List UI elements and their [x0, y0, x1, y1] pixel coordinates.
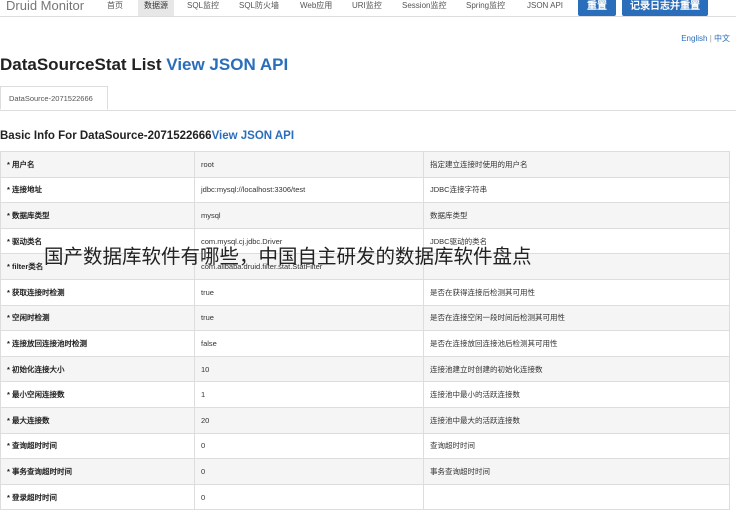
row-desc-cell: 数据库类型 — [423, 202, 730, 229]
nav-item-home[interactable]: 首页 — [107, 0, 123, 16]
datasource-tabbar: DataSource-2071522666 — [0, 86, 736, 111]
row-desc-cell: 指定建立连接时使用的用户名 — [423, 151, 730, 178]
row-value-cell: 20 — [194, 406, 424, 434]
row-desc-cell: 事务查询超时时间 — [423, 458, 730, 485]
nav-item-sql-firewall[interactable]: SQL防火墙 — [239, 0, 279, 16]
row-desc-cell: 连接池建立时创建的初始化连接数 — [423, 355, 730, 383]
table-row: * 查询超时时间 0 查询超时时间 — [0, 432, 730, 460]
row-desc-cell: 是否在连接放回连接池后检测其可用性 — [423, 330, 730, 357]
row-desc-cell: 是否在连接空闲一段时间后检测其可用性 — [423, 304, 730, 332]
row-key-cell: * 初始化连接大小 — [0, 355, 195, 383]
page-title: DataSourceStat List View JSON API — [0, 55, 288, 75]
table-row: * 最大连接数 20 连接池中最大的活跃连接数 — [0, 406, 730, 434]
nav-item-uri-monitor[interactable]: URI监控 — [352, 0, 382, 16]
lang-chinese-link[interactable]: 中文 — [714, 34, 730, 43]
table-row: * 事务查询超时时间 0 事务查询超时时间 — [0, 458, 730, 485]
table-row: * 用户名 root 指定建立连接时使用的用户名 — [0, 151, 730, 178]
page-title-text: DataSourceStat List — [0, 55, 162, 74]
table-row: * 登录超时时间 0 — [0, 483, 730, 510]
page-view-json-api-link[interactable]: View JSON API — [166, 55, 288, 74]
table-row: * 连接放回连接池时检测 false 是否在连接放回连接池后检测其可用性 — [0, 330, 730, 357]
row-key-cell: * 连接地址 — [0, 176, 195, 204]
nav-item-session-monitor[interactable]: Session监控 — [402, 0, 446, 16]
nav-item-web-app[interactable]: Web应用 — [300, 0, 332, 16]
row-key-cell: * 事务查询超时时间 — [0, 458, 195, 485]
row-value-cell: 0 — [194, 483, 424, 510]
nav-item-sql-monitor[interactable]: SQL监控 — [187, 0, 219, 16]
row-key-cell: * 登录超时时间 — [0, 483, 195, 510]
top-navbar: Druid Monitor 首页 数据源 SQL监控 SQL防火墙 Web应用 … — [0, 0, 736, 17]
log-and-reset-button[interactable]: 记录日志并重置 — [622, 0, 708, 16]
tab-datasource[interactable]: DataSource-2071522666 — [0, 86, 108, 110]
row-key-cell: * 连接放回连接池时检测 — [0, 330, 195, 357]
row-key-cell: * 空闲时检测 — [0, 304, 195, 332]
row-value-cell: 10 — [194, 355, 424, 383]
row-key-cell: * 查询超时时间 — [0, 432, 195, 460]
row-value-cell: 0 — [194, 432, 424, 460]
language-switch: English | 中文 — [681, 33, 730, 44]
row-key-cell: * 用户名 — [0, 151, 195, 178]
row-desc-cell: JDBC连接字符串 — [423, 176, 730, 204]
row-value-cell: mysql — [194, 202, 424, 229]
reset-button[interactable]: 重置 — [578, 0, 616, 16]
table-row: * 连接地址 jdbc:mysql://localhost:3306/test JD… — [0, 176, 730, 204]
row-value-cell: false — [194, 330, 424, 357]
basic-info-table-body: * 用户名 root 指定建立连接时使用的用户名 * 连接地址 jdbc:mysql:/… — [0, 151, 730, 510]
row-key-cell: * 最大连接数 — [0, 406, 195, 434]
row-desc-cell: 查询超时时间 — [423, 432, 730, 460]
nav-item-spring-monitor[interactable]: Spring监控 — [466, 0, 505, 16]
section-title: Basic Info For DataSource-2071522666View… — [0, 130, 294, 142]
row-key-cell: * 数据库类型 — [0, 202, 195, 229]
row-value-cell: true — [194, 278, 424, 306]
basic-info-table: * 用户名 root 指定建立连接时使用的用户名 * 连接地址 jdbc:mysql:/… — [0, 151, 730, 510]
lang-english-link[interactable]: English — [681, 34, 707, 43]
row-desc-cell: 是否在获得连接后检测其可用性 — [423, 278, 730, 306]
row-key-cell: * 最小空闲连接数 — [0, 381, 195, 408]
row-desc-cell: 连接池中最大的活跃连接数 — [423, 406, 730, 434]
row-value-cell: 1 — [194, 381, 424, 408]
table-row: * 空闲时检测 true 是否在连接空闲一段时间后检测其可用性 — [0, 304, 730, 332]
brand-logo-text[interactable]: Druid Monitor — [6, 0, 84, 13]
row-key-cell: * 获取连接时检测 — [0, 278, 195, 306]
row-value-cell: true — [194, 304, 424, 332]
lang-separator: | — [709, 34, 712, 43]
row-desc-cell: 连接池中最小的活跃连接数 — [423, 381, 730, 408]
nav-item-json-api[interactable]: JSON API — [527, 0, 563, 16]
row-value-cell: root — [194, 151, 424, 178]
table-row: * 最小空闲连接数 1 连接池中最小的活跃连接数 — [0, 381, 730, 408]
row-desc-cell — [423, 483, 730, 510]
table-row: * 数据库类型 mysql 数据库类型 — [0, 202, 730, 229]
row-value-cell: 0 — [194, 458, 424, 485]
section-title-text: Basic Info For DataSource-2071522666 — [0, 130, 212, 142]
overlay-caption: 国产数据库软件有哪些，中国自主研发的数据库软件盘点 — [44, 245, 532, 268]
nav-item-datasource[interactable]: 数据源 — [138, 0, 174, 16]
section-view-json-api-link[interactable]: View JSON API — [212, 130, 294, 142]
table-row: * 获取连接时检测 true 是否在获得连接后检测其可用性 — [0, 278, 730, 306]
table-row: * 初始化连接大小 10 连接池建立时创建的初始化连接数 — [0, 355, 730, 383]
row-value-cell: jdbc:mysql://localhost:3306/test — [194, 176, 424, 204]
